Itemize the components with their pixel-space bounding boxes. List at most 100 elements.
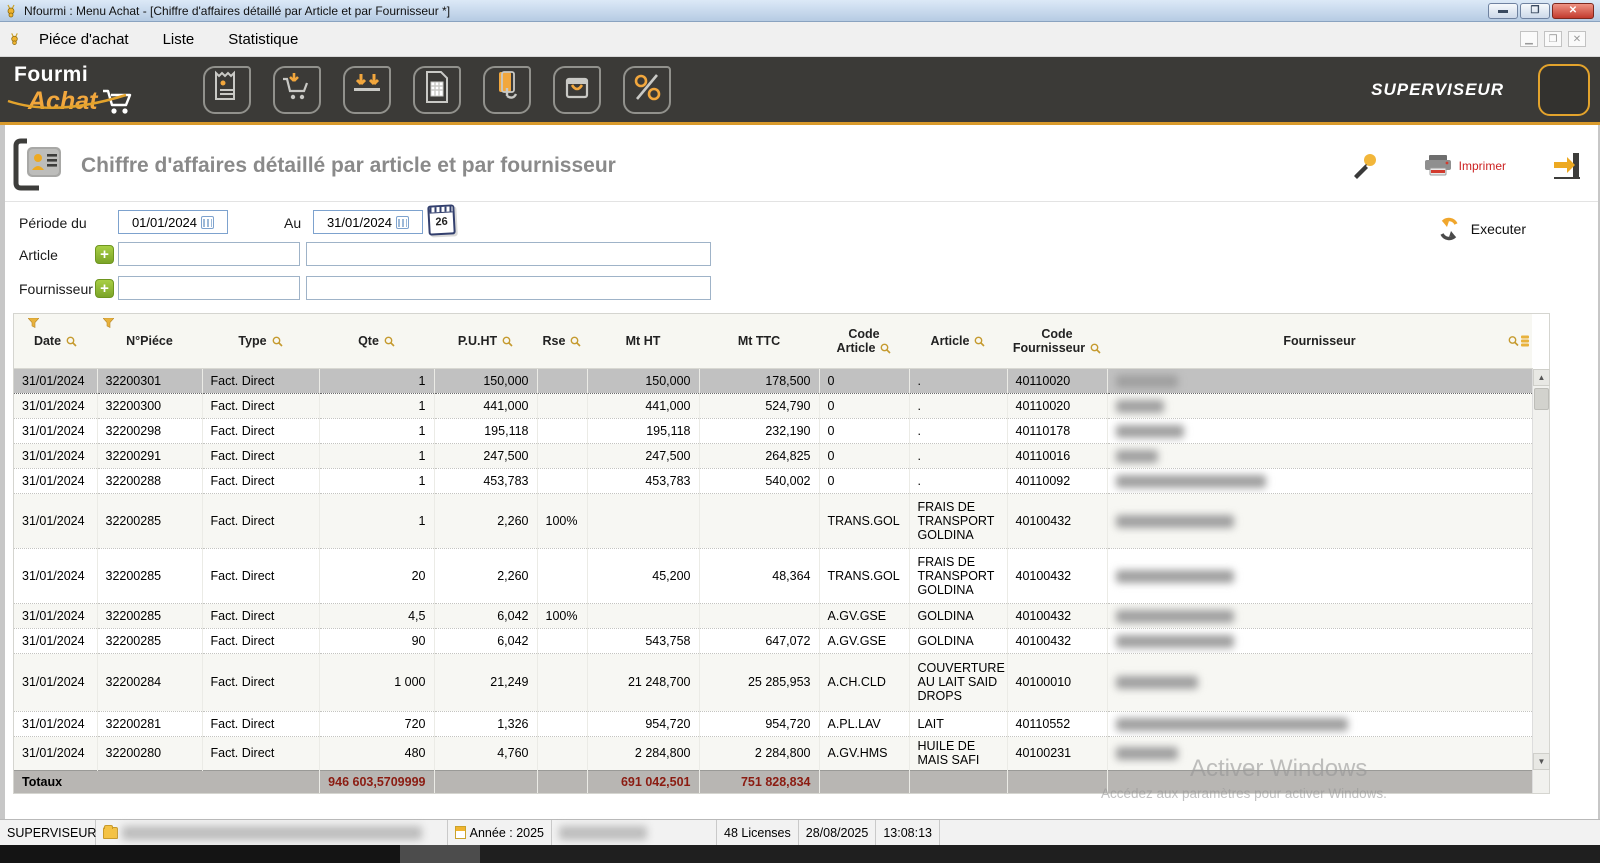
add-article-filter-button[interactable]: + — [95, 245, 114, 264]
toolbar-slot-button[interactable] — [1538, 64, 1590, 116]
table-row[interactable]: 31/01/202432200285Fact. Direct4,56,04210… — [14, 603, 1532, 628]
column-search-icon[interactable] — [880, 343, 891, 354]
discount-percent-button[interactable] — [623, 66, 671, 114]
window-title-bar: Nfourmi : Menu Achat - [Chiffre d'affair… — [0, 0, 1600, 22]
cell-qte: 1 — [319, 443, 434, 468]
column-header-type[interactable]: Type — [238, 334, 266, 348]
header-divider — [5, 201, 1598, 202]
column-header-fournisseur[interactable]: Fournisseur — [1283, 334, 1355, 348]
column-header-cell-pu_ht[interactable]: P.U.HT — [434, 314, 537, 368]
column-header-code_fournisseur[interactable]: CodeFournisseur — [1013, 327, 1085, 355]
cell-mt_ttc: 954,720 — [699, 711, 819, 736]
exit-icon[interactable] — [1552, 152, 1582, 180]
restore-button[interactable]: ❐ — [1520, 3, 1550, 19]
column-search-icon[interactable] — [384, 336, 395, 347]
vertical-scrollbar[interactable]: ▲ ▼ — [1532, 369, 1549, 793]
redacted-fournisseur — [1116, 676, 1198, 689]
scroll-thumb[interactable] — [1534, 388, 1549, 410]
table-row[interactable]: 31/01/202432200301Fact. Direct1150,00015… — [14, 368, 1532, 393]
cell-fournisseur — [1107, 603, 1532, 628]
scroll-up-arrow[interactable]: ▲ — [1533, 369, 1550, 386]
date-from-calendar-icon[interactable] — [201, 216, 214, 229]
add-fournisseur-filter-button[interactable]: + — [95, 279, 114, 298]
column-header-cell-date[interactable]: Date — [14, 314, 97, 368]
pin-icon[interactable] — [1351, 153, 1377, 179]
column-header-cell-code_article[interactable]: CodeArticle — [819, 314, 909, 368]
column-header-date[interactable]: Date — [34, 334, 61, 348]
cell-type: Fact. Direct — [202, 393, 319, 418]
column-header-mt_ttc[interactable]: Mt TTC — [738, 334, 780, 348]
column-header-cell-mt_ttc[interactable]: Mt TTC — [699, 314, 819, 368]
cell-mt_ht: 453,783 — [587, 468, 699, 493]
invoice-calculator-button[interactable] — [413, 66, 461, 114]
cart-receive-button[interactable] — [273, 66, 321, 114]
date-to-input[interactable]: 31/01/2024 — [313, 210, 423, 234]
article-name-input[interactable] — [306, 242, 711, 266]
purchase-bag-button[interactable] — [553, 66, 601, 114]
executer-button[interactable]: Executer — [1437, 217, 1526, 241]
column-chooser-icon[interactable] — [1521, 334, 1529, 347]
column-header-code_article[interactable]: CodeArticle — [837, 327, 880, 355]
fournisseur-name-input[interactable] — [306, 276, 711, 300]
column-search-icon[interactable] — [570, 336, 581, 347]
print-button[interactable]: Imprimer — [1423, 154, 1506, 178]
table-row[interactable]: 31/01/202432200300Fact. Direct1441,00044… — [14, 393, 1532, 418]
column-header-rse[interactable]: Rse — [543, 334, 566, 348]
column-header-cell-article[interactable]: Article — [909, 314, 1007, 368]
table-row[interactable]: 31/01/202432200285Fact. Direct906,042543… — [14, 628, 1532, 653]
cell-mt_ht: 954,720 — [587, 711, 699, 736]
cell-date: 31/01/2024 — [14, 418, 97, 443]
close-button[interactable]: ✕ — [1552, 3, 1594, 19]
purchase-receipt-button[interactable] — [203, 66, 251, 114]
menu-item-2[interactable]: Statistique — [228, 31, 298, 48]
date-to-calendar-icon[interactable] — [396, 216, 409, 229]
column-search-icon[interactable] — [1090, 343, 1101, 354]
cell-type: Fact. Direct — [202, 603, 319, 628]
menu-item-0[interactable]: Piéce d'achat — [39, 31, 129, 48]
table-row[interactable]: 31/01/202432200285Fact. Direct202,26045,… — [14, 548, 1532, 603]
table-row[interactable]: 31/01/202432200284Fact. Direct1 00021,24… — [14, 653, 1532, 711]
table-row[interactable]: 31/01/202432200288Fact. Direct1453,78345… — [14, 468, 1532, 493]
calendar-picker-icon[interactable]: 26 — [427, 204, 456, 235]
goods-entry-button[interactable] — [343, 66, 391, 114]
menu-item-1[interactable]: Liste — [163, 31, 195, 48]
column-header-cell-qte[interactable]: Qte — [319, 314, 434, 368]
cell-code_article: A.GV.HMS — [819, 736, 909, 770]
table-row[interactable]: 31/01/202432200298Fact. Direct1195,11819… — [14, 418, 1532, 443]
column-search-icon[interactable] — [272, 336, 283, 347]
table-row[interactable]: 31/01/202432200285Fact. Direct12,260100%… — [14, 493, 1532, 548]
minimize-button[interactable]: ▬ — [1488, 3, 1518, 19]
column-header-cell-mt_ht[interactable]: Mt HT — [587, 314, 699, 368]
payment-card-button[interactable] — [483, 66, 531, 114]
column-header-cell-fournisseur[interactable]: Fournisseur — [1107, 314, 1532, 368]
column-header-piece[interactable]: N°Piéce — [126, 334, 173, 348]
column-search-icon[interactable] — [502, 336, 513, 347]
scroll-down-arrow[interactable]: ▼ — [1533, 753, 1550, 770]
mdi-restore-button[interactable]: ❐ — [1544, 31, 1562, 47]
table-row[interactable]: 31/01/202432200291Fact. Direct1247,50024… — [14, 443, 1532, 468]
column-header-article[interactable]: Article — [931, 334, 970, 348]
mdi-close-button[interactable]: ✕ — [1568, 31, 1586, 47]
column-search-icon[interactable] — [1508, 335, 1519, 346]
filter-funnel-icon[interactable] — [103, 317, 114, 331]
mdi-minimize-button[interactable]: ▁ — [1520, 31, 1538, 47]
column-header-qte[interactable]: Qte — [358, 334, 379, 348]
date-from-input[interactable]: 01/01/2024 — [118, 210, 228, 234]
cell-type: Fact. Direct — [202, 443, 319, 468]
article-code-input[interactable] — [118, 242, 300, 266]
column-header-cell-rse[interactable]: Rse — [537, 314, 587, 368]
redacted-fournisseur — [1116, 570, 1234, 583]
column-header-mt_ht[interactable]: Mt HT — [626, 334, 661, 348]
column-header-pu_ht[interactable]: P.U.HT — [458, 334, 497, 348]
column-header-cell-code_fournisseur[interactable]: CodeFournisseur — [1007, 314, 1107, 368]
cell-code_article: 0 — [819, 368, 909, 393]
table-row[interactable]: 31/01/202432200281Fact. Direct7201,32695… — [14, 711, 1532, 736]
cell-mt_ttc: 48,364 — [699, 548, 819, 603]
column-search-icon[interactable] — [66, 336, 77, 347]
column-header-cell-type[interactable]: Type — [202, 314, 319, 368]
cell-rse — [537, 393, 587, 418]
column-search-icon[interactable] — [974, 336, 985, 347]
filter-funnel-icon[interactable] — [28, 317, 39, 331]
fournisseur-code-input[interactable] — [118, 276, 300, 300]
column-header-cell-piece[interactable]: N°Piéce — [97, 314, 202, 368]
